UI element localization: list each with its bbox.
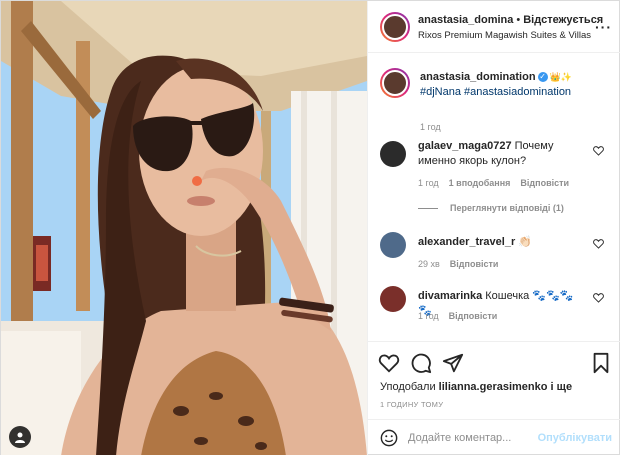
replies-divider xyxy=(418,207,438,209)
post-sidebar: anastasia_domina • Відстежується Rixos Pre… xyxy=(367,1,620,455)
comment-text-block: galaev_maga0727 Почему именно якорь куло… xyxy=(418,139,586,169)
commenter-avatar[interactable] xyxy=(380,141,406,167)
tagged-users-icon[interactable] xyxy=(9,426,31,448)
add-comment-bar: Опублікувати xyxy=(368,419,620,455)
header-separator: • xyxy=(516,14,521,26)
comment-meta: 1 год 1 вподобання Відповісти xyxy=(418,178,579,188)
comment-time[interactable]: 1 год xyxy=(418,178,439,188)
caption-hashtags[interactable]: #djNana #anastasiadomination xyxy=(420,86,571,98)
more-horizontal-icon[interactable]: ··· xyxy=(595,19,612,35)
reply-button[interactable]: Відповісти xyxy=(449,311,498,321)
view-replies-label: Переглянути відповіді (1) xyxy=(450,203,564,213)
author-username[interactable]: anastasia_domina xyxy=(418,14,513,26)
liked-by-others[interactable]: і ще xyxy=(551,381,573,393)
comment-text-block: alexander_travel_r 👏🏻 xyxy=(418,235,586,250)
like-comment-heart-icon[interactable] xyxy=(593,238,604,249)
caption-emoji: 👑✨ xyxy=(549,72,572,82)
view-replies-button[interactable]: Переглянути відповіді (1) xyxy=(418,203,564,213)
comment-time[interactable]: 1 год xyxy=(418,311,439,321)
save-bookmark-icon[interactable] xyxy=(590,352,612,374)
share-direct-icon[interactable] xyxy=(442,352,464,374)
comment-username[interactable]: divamarinka xyxy=(418,290,482,302)
caption-author: anastasia_domination ✓ 👑✨ xyxy=(420,71,572,83)
caption-username[interactable]: anastasia_domination xyxy=(420,71,536,83)
comments-list[interactable]: anastasia_domination ✓ 👑✨ #djNana #anastas… xyxy=(368,54,620,341)
emoji-picker-icon[interactable] xyxy=(380,429,398,447)
comment-meta: 1 год Відповісти xyxy=(418,311,507,321)
post-timestamp[interactable]: 1 ГОДИНУ ТОМУ xyxy=(380,400,443,409)
comment-time[interactable]: 29 хв xyxy=(418,259,440,269)
reply-button[interactable]: Відповісти xyxy=(520,178,569,188)
post-actions: Уподобали lilianna.gerasimenko і ще 1 ГО… xyxy=(368,341,620,421)
comment-username[interactable]: galaev_maga0727 xyxy=(418,140,512,152)
publish-button[interactable]: Опублікувати xyxy=(538,432,612,444)
post-photo[interactable] xyxy=(1,1,367,455)
comment-likes[interactable]: 1 вподобання xyxy=(449,178,511,188)
commenter-avatar[interactable] xyxy=(380,232,406,258)
caption-avatar[interactable] xyxy=(380,68,410,98)
reply-button[interactable]: Відповісти xyxy=(450,259,499,269)
photo-illustration xyxy=(1,1,367,455)
post-location[interactable]: Rixos Premium Magawish Suites & Villas xyxy=(418,30,591,41)
like-comment-heart-icon[interactable] xyxy=(593,145,604,156)
caption-time[interactable]: 1 год xyxy=(420,122,441,132)
comment-input[interactable] xyxy=(408,428,540,448)
post-header: anastasia_domina • Відстежується Rixos Pre… xyxy=(368,1,620,53)
comment-text: 👏🏻 xyxy=(518,236,532,248)
author-line: anastasia_domina • Відстежується xyxy=(418,14,603,26)
author-avatar[interactable] xyxy=(380,12,410,42)
like-comment-heart-icon[interactable] xyxy=(593,292,604,303)
liked-by-prefix: Уподобали xyxy=(380,381,436,393)
liked-by-line: Уподобали lilianna.gerasimenko і ще xyxy=(380,381,572,393)
instagram-post-dialog: anastasia_domina • Відстежується Rixos Pre… xyxy=(0,0,620,455)
like-heart-icon[interactable] xyxy=(378,352,400,374)
commenter-avatar[interactable] xyxy=(380,286,406,312)
follow-status-button[interactable]: Відстежується xyxy=(523,14,603,26)
comment-meta: 29 хв Відповісти xyxy=(418,259,508,269)
comment-username[interactable]: alexander_travel_r xyxy=(418,236,515,248)
comment-bubble-icon[interactable] xyxy=(410,352,432,374)
liked-by-user[interactable]: lilianna.gerasimenko xyxy=(439,381,548,393)
verified-badge-icon: ✓ xyxy=(537,72,548,83)
